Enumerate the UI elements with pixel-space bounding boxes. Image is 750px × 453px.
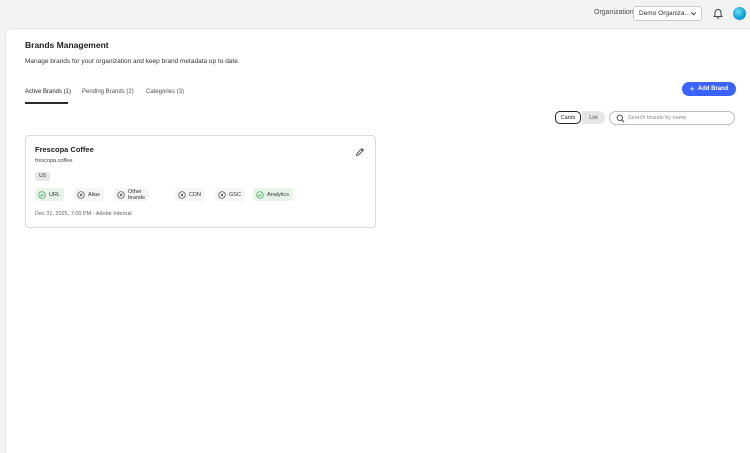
edit-pencil-icon[interactable] xyxy=(355,147,365,157)
brand-meta: Dec 31, 2025, 7:00 PM · Adobe Internal xyxy=(35,211,132,217)
organization-select[interactable]: Demo Organiza... xyxy=(633,6,702,21)
chip-label: URL xyxy=(49,191,61,198)
search-icon xyxy=(616,114,625,122)
tab-pending-brands[interactable]: Pending Brands (2) xyxy=(82,89,134,95)
top-bar: Organization Demo Organiza... xyxy=(0,0,750,28)
chip-label: Other brands xyxy=(128,188,145,201)
add-brand-label: Add Brand xyxy=(697,86,729,92)
brand-name: Frescopa Coffee xyxy=(35,145,94,154)
user-avatar[interactable] xyxy=(733,7,746,20)
add-brand-button[interactable]: + Add Brand xyxy=(682,82,736,96)
check-circle-icon xyxy=(38,190,46,199)
page-subtitle: Manage brands for your organization and … xyxy=(25,58,240,65)
page-title: Brands Management xyxy=(25,40,109,50)
tab-categories[interactable]: Categories (3) xyxy=(146,89,184,95)
view-toggle: Cards List xyxy=(555,111,605,124)
active-tab-indicator xyxy=(25,102,68,104)
brand-domain: frescopa.coffee xyxy=(35,158,73,164)
chip-label: Alias xyxy=(88,191,100,198)
plus-icon: + xyxy=(689,83,695,94)
search-input[interactable] xyxy=(628,115,728,121)
x-circle-icon xyxy=(117,190,125,199)
chip-url: URL xyxy=(35,188,65,201)
organization-label: Organization xyxy=(594,9,634,16)
chip-alias: Alias xyxy=(74,188,104,201)
chip-other-brands: Other brands xyxy=(114,188,149,201)
cards-view-button[interactable]: Cards xyxy=(555,111,581,124)
chip-gsc: GSC xyxy=(215,188,245,201)
chip-label: Analytics xyxy=(267,191,290,198)
chevron-down-icon xyxy=(690,12,697,16)
tab-active-brands[interactable]: Active Brands (1) xyxy=(25,89,71,95)
chip-label: GSC xyxy=(229,191,241,198)
list-view-button[interactable]: List xyxy=(582,111,605,124)
x-circle-icon xyxy=(178,190,186,199)
chip-label: CDN xyxy=(189,191,201,198)
bell-icon[interactable] xyxy=(712,8,724,20)
chip-cdn: CDN xyxy=(175,188,205,201)
chip-analytics: Analytics xyxy=(253,188,294,201)
region-tag: US xyxy=(35,172,50,181)
x-circle-icon xyxy=(218,190,226,199)
check-circle-icon xyxy=(256,190,264,199)
x-circle-icon xyxy=(77,190,85,199)
brand-card: Frescopa Coffee frescopa.coffee US URL A… xyxy=(25,135,376,228)
search-field[interactable] xyxy=(609,111,735,125)
organization-selected-value: Demo Organiza... xyxy=(639,10,690,17)
main-panel: Brands Management Manage brands for your… xyxy=(5,28,750,453)
